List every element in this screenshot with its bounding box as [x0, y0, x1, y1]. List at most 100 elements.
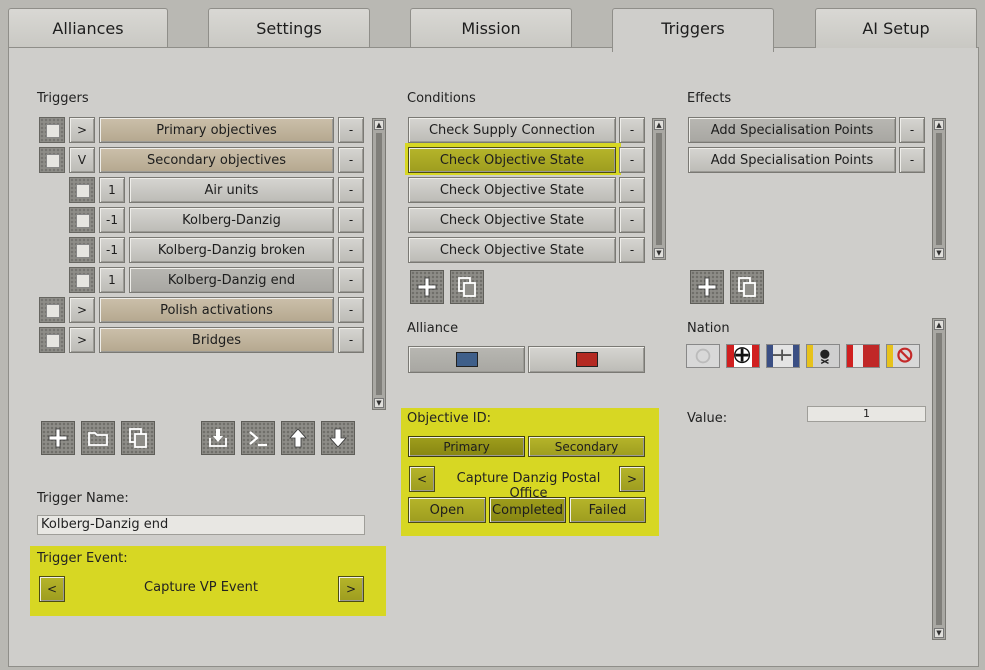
add-condition-button[interactable] [410, 270, 444, 304]
condition-item[interactable]: Check Objective State [408, 177, 616, 203]
remove-trigger-button[interactable]: - [338, 147, 364, 173]
trigger-toggle-button[interactable]: > [69, 297, 95, 323]
trigger-item[interactable]: Bridges [99, 327, 334, 353]
trigger-item[interactable]: Air units [129, 177, 334, 203]
trigger-checkbox[interactable] [39, 147, 65, 173]
copy-trigger-button[interactable] [121, 421, 155, 455]
remove-trigger-button[interactable]: - [338, 267, 364, 293]
nation-label: Nation [687, 321, 730, 336]
trigger-toggle-button[interactable]: -1 [99, 207, 125, 233]
failed-button[interactable]: Failed [569, 497, 646, 523]
objective-next-button[interactable]: > [619, 466, 645, 492]
conditions-scrollbar[interactable]: ▲ ▼ [652, 118, 666, 260]
condition-item[interactable]: Check Objective State [408, 147, 616, 173]
trigger-checkbox[interactable] [39, 117, 65, 143]
trigger-checkbox[interactable] [39, 327, 65, 353]
tab-triggers[interactable]: Triggers [612, 8, 774, 52]
value-label: Value: [687, 411, 728, 426]
scroll-down-icon[interactable]: ▼ [934, 628, 944, 638]
move-up-button[interactable] [281, 421, 315, 455]
folder-icon [88, 432, 108, 446]
move-down-button[interactable] [321, 421, 355, 455]
scroll-up-icon[interactable]: ▲ [654, 120, 664, 130]
remove-condition-button[interactable]: - [619, 117, 645, 143]
condition-item[interactable]: Check Objective State [408, 237, 616, 263]
flag-skull-icon[interactable] [806, 344, 840, 368]
objective-prev-button[interactable]: < [409, 466, 435, 492]
scroll-down-icon[interactable]: ▼ [934, 248, 944, 258]
scroll-up-icon[interactable]: ▲ [934, 320, 944, 330]
remove-condition-button[interactable]: - [619, 237, 645, 263]
open-button[interactable]: Open [408, 497, 486, 523]
trigger-checkbox[interactable] [69, 207, 95, 233]
tab-settings[interactable]: Settings [208, 8, 370, 48]
trigger-checkbox[interactable] [69, 267, 95, 293]
trigger-toggle-button[interactable]: -1 [99, 237, 125, 263]
console-button[interactable] [241, 421, 275, 455]
triggers-scrollbar[interactable]: ▲ ▼ [372, 118, 386, 410]
effect-item[interactable]: Add Specialisation Points [688, 117, 896, 143]
remove-condition-button[interactable]: - [619, 207, 645, 233]
trigger-item[interactable]: Primary objectives [99, 117, 334, 143]
import-button[interactable] [201, 421, 235, 455]
remove-effect-button[interactable]: - [899, 117, 925, 143]
trigger-toggle-button[interactable]: V [69, 147, 95, 173]
scroll-up-icon[interactable]: ▲ [934, 120, 944, 130]
add-folder-button[interactable] [81, 421, 115, 455]
condition-item[interactable]: Check Objective State [408, 207, 616, 233]
effect-item[interactable]: Add Specialisation Points [688, 147, 896, 173]
event-prev-button[interactable]: < [39, 576, 65, 602]
condition-item[interactable]: Check Supply Connection [408, 117, 616, 143]
remove-trigger-button[interactable]: - [338, 297, 364, 323]
add-effect-button[interactable] [690, 270, 724, 304]
trigger-item[interactable]: Kolberg-Danzig [129, 207, 334, 233]
scroll-down-icon[interactable]: ▼ [374, 398, 384, 408]
flag-iron-cross-icon[interactable] [766, 344, 800, 368]
value-field[interactable]: 1 [807, 406, 926, 422]
scroll-up-icon[interactable]: ▲ [374, 120, 384, 130]
copy-condition-button[interactable] [450, 270, 484, 304]
alliance-red-swatch [575, 352, 598, 367]
alliance-blue-button[interactable] [408, 346, 525, 373]
trigger-checkbox[interactable] [69, 177, 95, 203]
remove-trigger-button[interactable]: - [338, 327, 364, 353]
plus-icon [48, 428, 68, 448]
alliance-red-button[interactable] [528, 346, 645, 373]
remove-trigger-button[interactable]: - [338, 237, 364, 263]
remove-effect-button[interactable]: - [899, 147, 925, 173]
tab-ai-setup[interactable]: AI Setup [815, 8, 977, 48]
trigger-checkbox[interactable] [69, 237, 95, 263]
remove-trigger-button[interactable]: - [338, 207, 364, 233]
scroll-down-icon[interactable]: ▼ [654, 248, 664, 258]
secondary-button[interactable]: Secondary [528, 436, 645, 457]
flag-neutral-icon[interactable] [686, 344, 720, 368]
tab-mission[interactable]: Mission [410, 8, 572, 48]
copy-effect-button[interactable] [730, 270, 764, 304]
trigger-item[interactable]: Kolberg-Danzig broken [129, 237, 334, 263]
tab-alliances[interactable]: Alliances [8, 8, 168, 48]
trigger-item[interactable]: Polish activations [99, 297, 334, 323]
trigger-checkbox[interactable] [39, 297, 65, 323]
add-trigger-button[interactable] [41, 421, 75, 455]
trigger-toggle-button[interactable]: 1 [99, 267, 125, 293]
trigger-name-field[interactable]: Kolberg-Danzig end [37, 515, 365, 535]
trigger-toggle-button[interactable]: > [69, 327, 95, 353]
trigger-toggle-button[interactable]: 1 [99, 177, 125, 203]
trigger-toggle-button[interactable]: > [69, 117, 95, 143]
event-next-button[interactable]: > [338, 576, 364, 602]
flag-poland-icon[interactable] [846, 344, 880, 368]
flag-none-icon[interactable] [886, 344, 920, 368]
remove-condition-button[interactable]: - [619, 177, 645, 203]
trigger-item[interactable]: Secondary objectives [99, 147, 334, 173]
remove-trigger-button[interactable]: - [338, 117, 364, 143]
arrow-up-icon [289, 428, 307, 448]
trigger-item[interactable]: Kolberg-Danzig end [129, 267, 334, 293]
completed-button[interactable]: Completed [489, 497, 566, 523]
flag-germany-icon[interactable] [726, 344, 760, 368]
primary-button[interactable]: Primary [408, 436, 525, 457]
effects-label: Effects [687, 91, 732, 106]
remove-condition-button[interactable]: - [619, 147, 645, 173]
effects-scrollbar[interactable]: ▲ ▼ [932, 118, 946, 260]
nation-scrollbar[interactable]: ▲ ▼ [932, 318, 946, 640]
remove-trigger-button[interactable]: - [338, 177, 364, 203]
